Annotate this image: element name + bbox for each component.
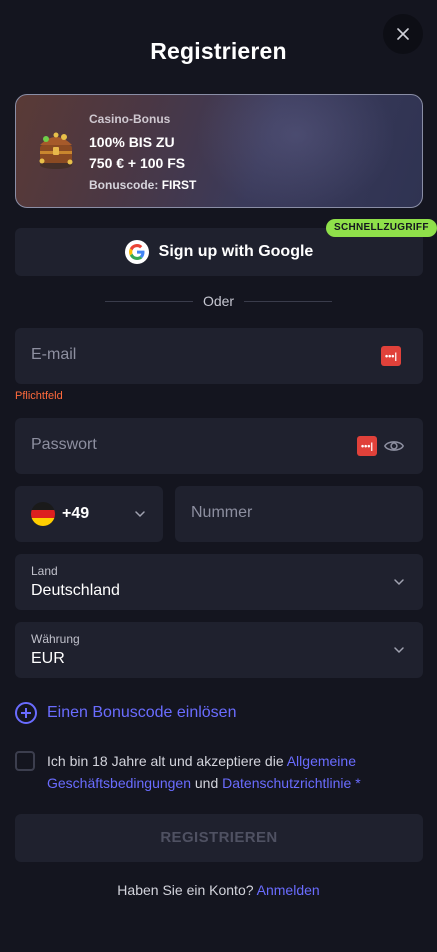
terms-prefix: Ich bin 18 Jahre alt und akzeptiere die (47, 753, 287, 769)
email-error: Pflichtfeld (15, 390, 63, 402)
google-icon (124, 240, 149, 264)
email-field[interactable]: E-mail •••| (15, 328, 423, 384)
chevron-down-icon (135, 511, 145, 518)
bonus-code-label: Bonuscode: (89, 178, 159, 192)
country-label: Land (31, 564, 58, 578)
terms-checkbox[interactable] (15, 751, 35, 771)
treasure-chest-icon (39, 132, 73, 169)
login-link[interactable]: Anmelden (257, 882, 320, 898)
register-button[interactable]: REGISTRIEREN (15, 814, 423, 862)
phone-number-placeholder: Nummer (191, 504, 253, 521)
country-select[interactable]: Land Deutschland (15, 554, 423, 610)
bonus-code: Bonuscode: FIRST (89, 178, 196, 192)
chevron-down-icon (394, 579, 404, 586)
redeem-bonus-code-link[interactable]: Einen Bonuscode einlösen (15, 702, 236, 724)
bonus-amount-line1: 100% BIS ZU (89, 134, 175, 150)
password-placeholder: Passwort (31, 436, 97, 453)
or-divider: Oder (105, 293, 332, 311)
quick-access-badge: SCHNELLZUGRIFF (326, 219, 437, 237)
phone-code-select[interactable]: +49 (15, 486, 163, 542)
password-manager-icon[interactable]: •••| (357, 436, 377, 456)
terms-text: Ich bin 18 Jahre alt und akzeptiere die … (47, 750, 407, 794)
currency-value: EUR (31, 650, 65, 667)
privacy-link[interactable]: Datenschutzrichtlinie (222, 775, 351, 791)
bonus-label: Casino-Bonus (89, 112, 171, 126)
chevron-down-icon (394, 647, 404, 654)
plus-circle-icon (15, 702, 37, 724)
login-prompt-text: Haben Sie ein Konto? (117, 882, 257, 898)
phone-code-value: +49 (62, 505, 90, 522)
bonus-code-value: FIRST (161, 178, 197, 192)
required-asterisk: * (351, 775, 361, 791)
google-signup-label: Sign up with Google (158, 243, 314, 260)
redeem-bonus-code-label: Einen Bonuscode einlösen (47, 704, 237, 721)
currency-label: Währung (31, 632, 80, 646)
password-field[interactable]: Passwort •••| (15, 418, 423, 474)
bonus-card: Casino-Bonus 100% BIS ZU 750 € + 100 FS … (15, 94, 423, 208)
currency-select[interactable]: Währung EUR (15, 622, 423, 678)
eye-icon[interactable] (383, 435, 405, 457)
terms-middle: und (191, 775, 223, 791)
germany-flag-icon (31, 502, 55, 526)
password-manager-icon[interactable]: •••| (381, 346, 401, 366)
page-title: Registrieren (150, 38, 287, 64)
country-value: Deutschland (31, 582, 120, 599)
bonus-amount-line2: 750 € + 100 FS (89, 155, 186, 171)
phone-number-input[interactable]: Nummer (175, 486, 423, 542)
login-prompt: Haben Sie ein Konto? Anmelden (0, 882, 437, 898)
email-placeholder: E-mail (31, 346, 77, 363)
